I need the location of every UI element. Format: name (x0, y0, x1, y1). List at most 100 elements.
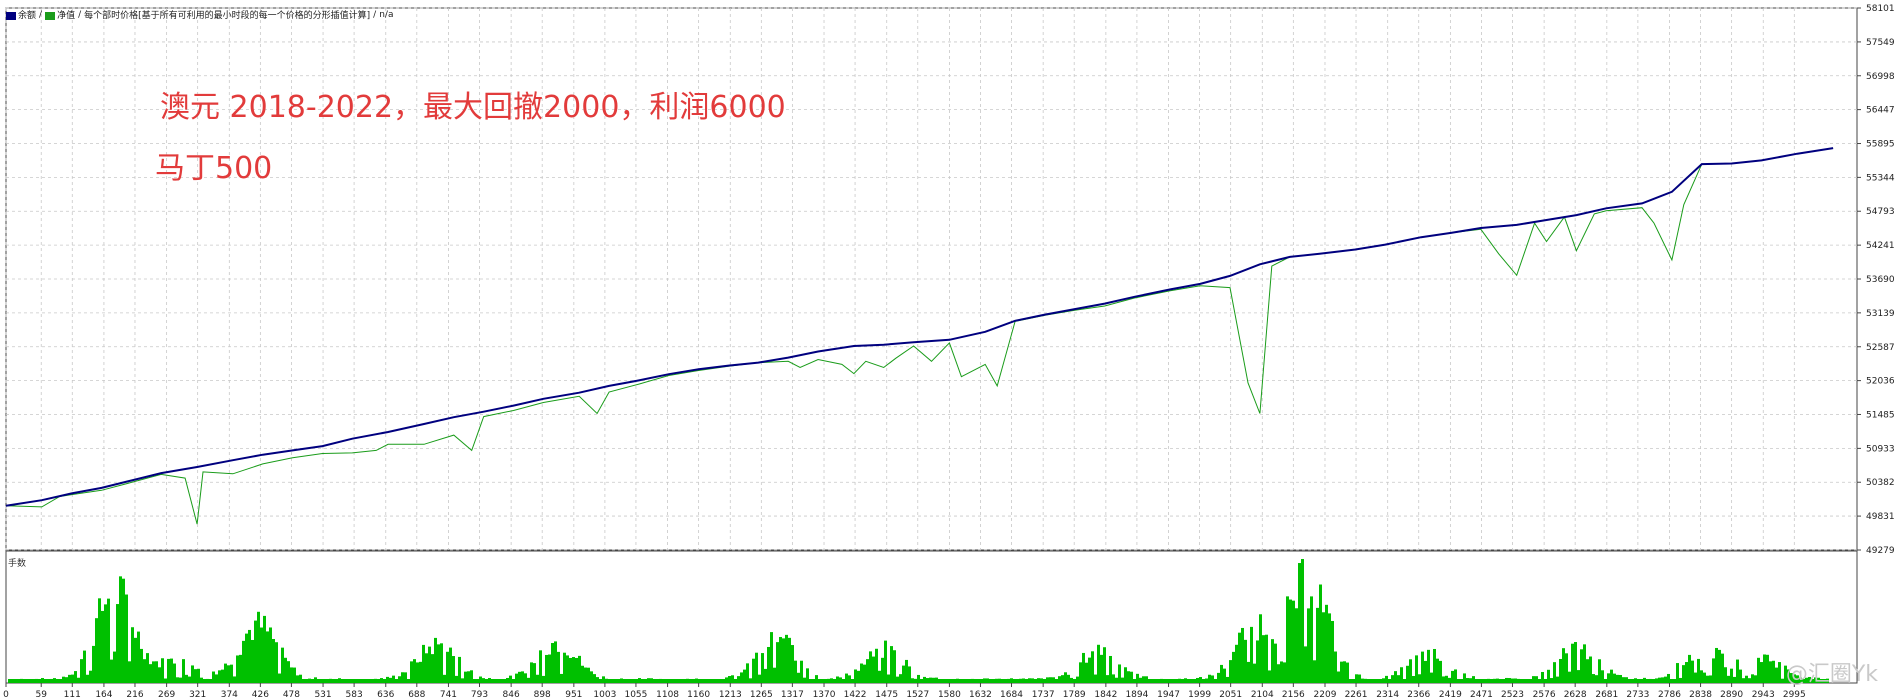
volume-bar (1607, 673, 1610, 683)
volume-bar (1751, 674, 1754, 683)
volume-bar (98, 598, 101, 683)
volume-bar (152, 661, 155, 683)
volume-bar (8, 679, 11, 683)
volume-bar (803, 677, 806, 683)
volume-bar (635, 679, 638, 683)
volume-bar (26, 679, 29, 683)
x-tick-label: 216 (126, 690, 143, 700)
volume-bar (797, 672, 800, 683)
x-tick-label: 1003 (593, 690, 616, 700)
volume-bar (827, 678, 830, 683)
volume-bar (1754, 675, 1757, 683)
y-tick-label: 58101 (1866, 4, 1895, 14)
volume-bar (1016, 679, 1019, 683)
volume-bar (302, 679, 305, 683)
volume-bar (1634, 678, 1637, 683)
volume-bar (260, 627, 263, 683)
volume-bar (170, 658, 173, 683)
volume-bar (464, 671, 467, 683)
legend-equity[interactable]: 净值 (45, 8, 75, 21)
volume-bar (338, 678, 341, 683)
x-tick-label: 1213 (719, 690, 742, 700)
y-tick-label: 52036 (1866, 377, 1895, 387)
x-tick-label: 1580 (938, 690, 961, 700)
volume-bar (515, 673, 518, 683)
volume-bar (743, 669, 746, 683)
volume-bar (1418, 674, 1421, 683)
x-tick-label: 1527 (906, 690, 929, 700)
volume-bar (1475, 679, 1478, 683)
volume-bar (482, 678, 485, 683)
x-tick-label: 2995 (1783, 690, 1806, 700)
volume-bar (704, 679, 707, 683)
volume-bar (1655, 678, 1658, 683)
volume-bar (293, 667, 296, 683)
volume-bar (1613, 673, 1616, 683)
volume-bar (1520, 679, 1523, 683)
volume-bar (296, 675, 299, 683)
volume-bar (923, 676, 926, 683)
volume-bar (770, 632, 773, 683)
volume-bar (1205, 678, 1208, 683)
volume-bar (473, 679, 476, 683)
volume-bar (1640, 679, 1643, 683)
volume-bar (1013, 679, 1016, 683)
x-tick-label: 426 (252, 690, 269, 700)
volume-bar (1253, 663, 1256, 683)
volume-bar (1553, 662, 1556, 683)
volume-bar (917, 674, 920, 683)
legend-separator-1: / (39, 9, 43, 20)
volume-bar (1049, 677, 1052, 683)
volume-bar (1133, 679, 1136, 683)
volume-bar (932, 677, 935, 683)
volume-bar (614, 679, 617, 683)
legend-separator-3: / (373, 9, 377, 20)
volume-bar (410, 661, 413, 683)
legend-balance[interactable]: 余额 (6, 8, 36, 21)
volume-bar (266, 631, 269, 683)
volume-bar (587, 667, 590, 683)
volume-bar (443, 674, 446, 683)
x-tick-label: 1842 (1094, 690, 1117, 700)
y-tick-label: 54241 (1866, 241, 1895, 251)
volume-bar (347, 679, 350, 683)
volume-bar (1385, 675, 1388, 683)
volume-bar (974, 679, 977, 683)
x-tick-label: 2943 (1752, 690, 1775, 700)
volume-bar (1247, 661, 1250, 683)
x-tick-label: 1055 (624, 690, 647, 700)
volume-bar (842, 679, 845, 683)
volume-bar (1646, 679, 1649, 683)
volume-bar (86, 674, 89, 683)
volume-bar (722, 679, 725, 683)
volume-bar (611, 679, 614, 683)
volume-bar (1421, 651, 1424, 683)
y-tick-label: 53690 (1866, 275, 1895, 285)
volume-bar (50, 678, 53, 683)
volume-bar (1439, 660, 1442, 683)
y-tick-label: 52587 (1866, 343, 1895, 353)
volume-bar (80, 659, 83, 683)
volume-bar (1661, 677, 1664, 683)
volume-bar (1184, 678, 1187, 683)
volume-bar (1616, 674, 1619, 683)
x-tick-label: 2786 (1658, 690, 1681, 700)
volume-bar (1352, 679, 1355, 683)
volume-bar (560, 673, 563, 683)
volume-bar (1781, 678, 1784, 683)
volume-bar (437, 644, 440, 683)
volume-bar (992, 679, 995, 683)
volume-bar (1331, 620, 1334, 683)
volume-bar (446, 651, 449, 683)
volume-bar (1535, 676, 1538, 683)
volume-bar (23, 679, 26, 683)
volume-bar (983, 678, 986, 683)
volume-bar (1424, 660, 1427, 683)
y-tick-label: 56447 (1866, 106, 1895, 116)
x-tick-label: 1632 (969, 690, 992, 700)
volume-bar (320, 679, 323, 683)
y-tick-label: 55895 (1866, 140, 1895, 150)
volume-bar (1712, 658, 1715, 683)
volume-bar (359, 679, 362, 683)
volume-bar (1658, 677, 1661, 683)
